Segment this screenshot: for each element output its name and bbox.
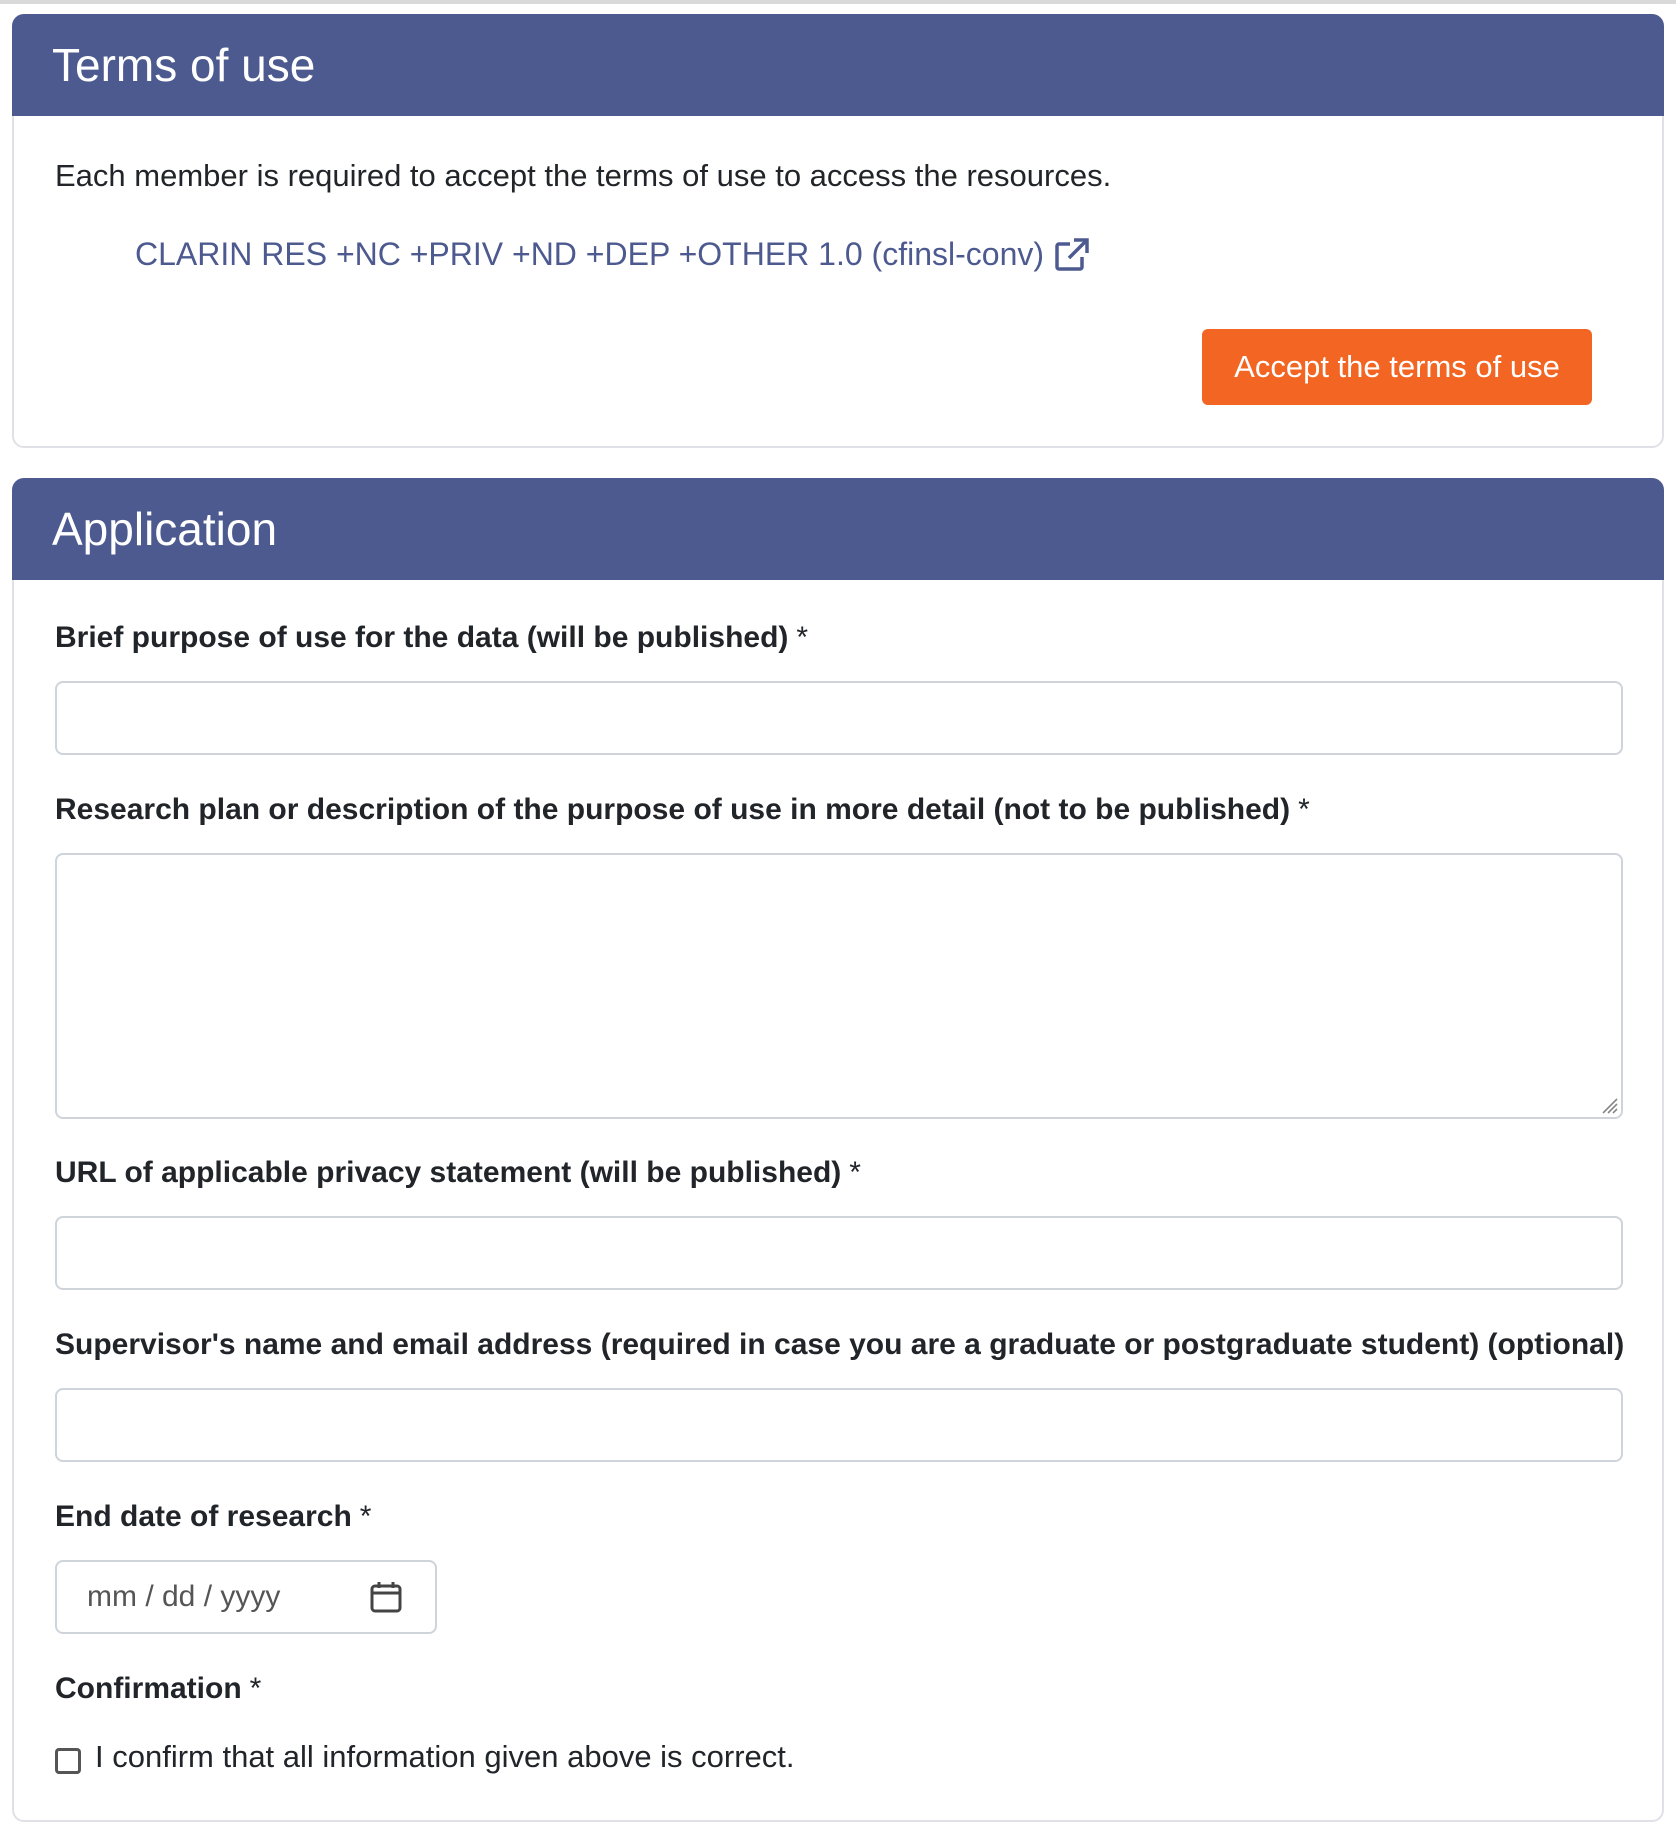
purpose-label: Brief purpose of use for the data (will … xyxy=(55,621,808,655)
research-plan-textarea[interactable] xyxy=(55,853,1623,1119)
terms-of-use-title: Terms of use xyxy=(12,14,1664,116)
purpose-input[interactable] xyxy=(55,681,1623,755)
calendar-icon[interactable] xyxy=(369,1580,403,1614)
required-marker: * xyxy=(359,1500,372,1533)
resize-grip-icon[interactable] xyxy=(1597,1093,1619,1115)
required-marker: * xyxy=(249,1672,262,1705)
external-link-icon xyxy=(1055,237,1089,271)
confirmation-checkbox-label[interactable]: I confirm that all information given abo… xyxy=(95,1739,795,1775)
privacy-url-input[interactable] xyxy=(55,1216,1623,1290)
required-marker: * xyxy=(849,1156,861,1189)
end-date-label-text: End date of research xyxy=(55,1500,352,1533)
research-plan-label: Research plan or description of the purp… xyxy=(55,793,1310,827)
end-date-input[interactable]: mm / dd / yyyy xyxy=(55,1560,437,1634)
required-marker: * xyxy=(1298,793,1310,826)
terms-intro-text: Each member is required to accept the te… xyxy=(55,158,1112,193)
privacy-url-label-text: URL of applicable privacy statement (wil… xyxy=(55,1156,842,1189)
supervisor-input[interactable] xyxy=(55,1388,1623,1462)
license-link[interactable]: CLARIN RES +NC +PRIV +ND +DEP +OTHER 1.0… xyxy=(135,236,1090,273)
supervisor-label: Supervisor's name and email address (req… xyxy=(55,1328,1625,1361)
confirmation-label: Confirmation * xyxy=(55,1672,261,1706)
research-plan-label-text: Research plan or description of the purp… xyxy=(55,793,1291,826)
accept-terms-button[interactable]: Accept the terms of use xyxy=(1202,329,1592,405)
confirmation-label-text: Confirmation xyxy=(55,1672,242,1705)
top-border xyxy=(0,0,1676,4)
terms-of-use-card: Terms of use Each member is required to … xyxy=(12,14,1664,448)
application-card: Application Brief purpose of use for the… xyxy=(12,478,1664,1822)
end-date-placeholder: mm / dd / yyyy xyxy=(87,1580,281,1613)
confirmation-checkbox[interactable] xyxy=(55,1748,81,1774)
purpose-label-text: Brief purpose of use for the data (will … xyxy=(55,621,789,654)
end-date-label: End date of research * xyxy=(55,1500,371,1534)
privacy-url-label: URL of applicable privacy statement (wil… xyxy=(55,1156,861,1190)
required-marker: * xyxy=(796,621,809,654)
license-link-label: CLARIN RES +NC +PRIV +ND +DEP +OTHER 1.0… xyxy=(135,236,1045,272)
application-title: Application xyxy=(12,478,1664,580)
